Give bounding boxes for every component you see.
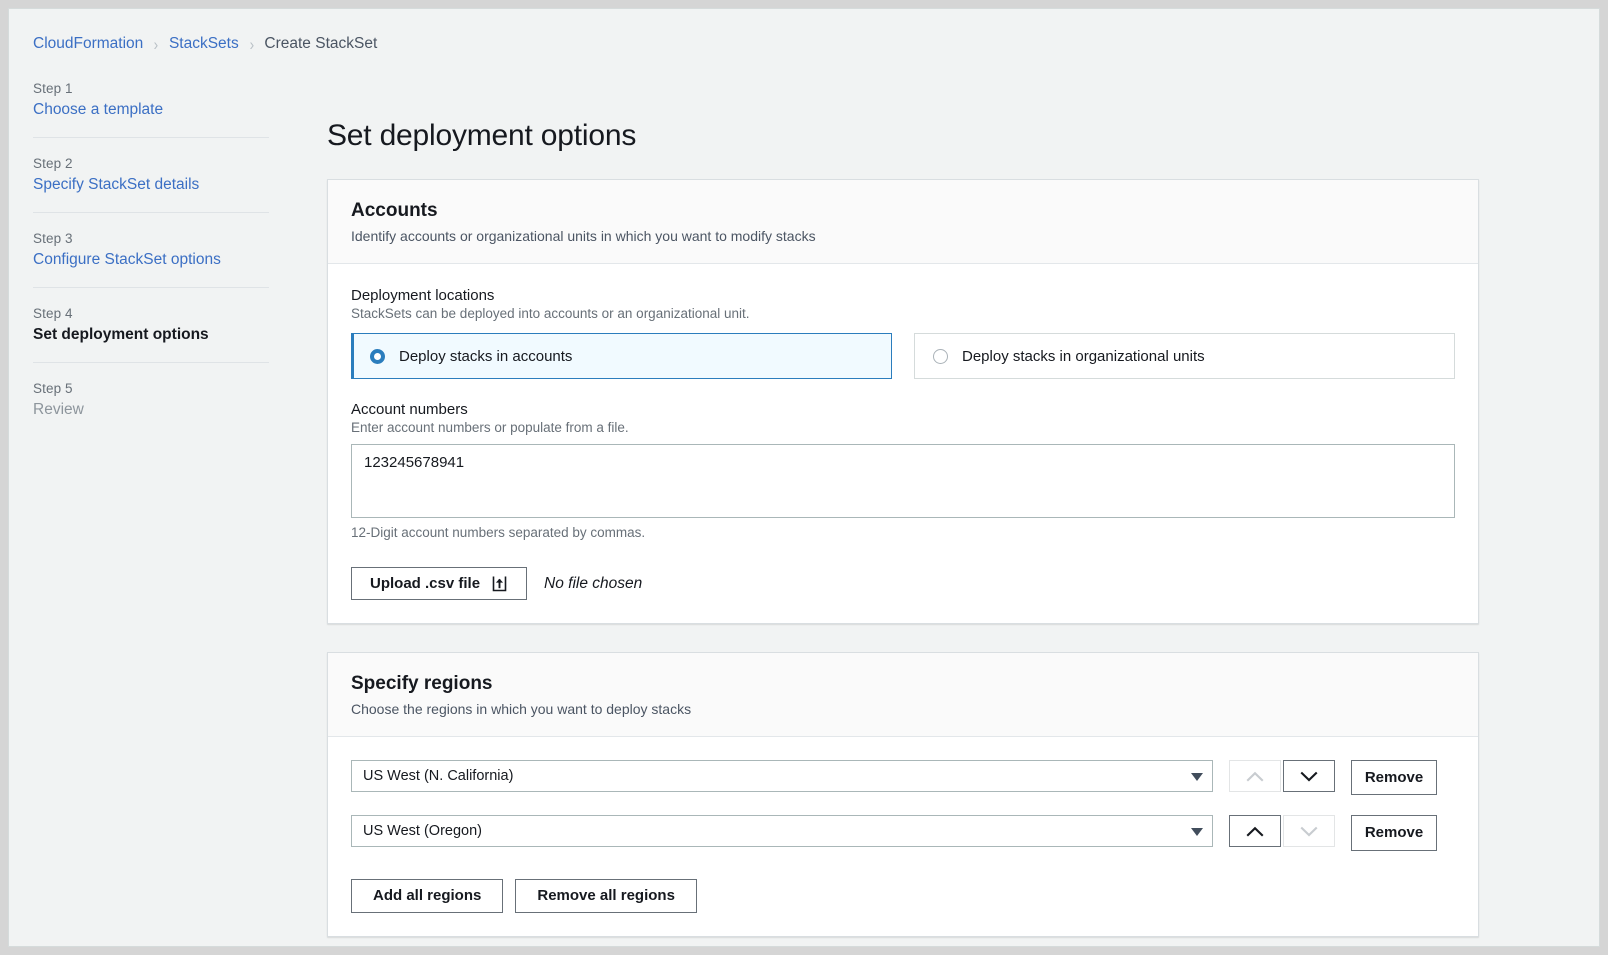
step-title-configure-stackset-options[interactable]: Configure StackSet options (33, 251, 269, 269)
regions-panel-body: US West (N. California) (328, 737, 1478, 936)
deployment-locations-description: StackSets can be deployed into accounts … (351, 306, 1455, 321)
move-region-up-button-2[interactable] (1229, 815, 1281, 847)
upload-icon (491, 575, 508, 592)
file-chosen-status: No file chosen (544, 575, 642, 593)
breadcrumb-separator-icon: › (154, 36, 159, 53)
breadcrumb-separator-icon: › (249, 36, 254, 53)
accounts-panel-subtitle: Identify accounts or organizational unit… (351, 228, 1455, 244)
region-select-value: US West (Oregon) (363, 823, 482, 839)
radio-button-selected-icon (370, 349, 385, 364)
step-number: Step 4 (33, 306, 269, 321)
move-region-down-button-1[interactable] (1283, 760, 1335, 792)
regions-panel-header: Specify regions Choose the regions in wh… (328, 653, 1478, 737)
breadcrumb-item-cloudformation[interactable]: CloudFormation (33, 35, 143, 53)
upload-button-label: Upload .csv file (370, 575, 480, 592)
region-row: US West (Oregon) (351, 815, 1455, 850)
remove-region-button-2[interactable]: Remove (1351, 815, 1437, 850)
region-row: US West (N. California) (351, 760, 1455, 795)
radio-tile-deploy-stacks-in-accounts[interactable]: Deploy stacks in accounts (351, 333, 892, 379)
deployment-locations-radio-group: Deploy stacks in accounts Deploy stacks … (351, 333, 1455, 379)
account-numbers-field: Account numbers Enter account numbers or… (351, 401, 1455, 540)
step-title-set-deployment-options: Set deployment options (33, 326, 269, 344)
accounts-panel-body: Deployment locations StackSets can be de… (328, 264, 1478, 623)
regions-panel-subtitle: Choose the regions in which you want to … (351, 701, 1455, 717)
region-select-value: US West (N. California) (363, 768, 513, 784)
app-page: CloudFormation › StackSets › Create Stac… (8, 8, 1600, 947)
chevron-down-icon (1299, 825, 1319, 838)
region-select-wrapper: US West (N. California) (351, 760, 1213, 792)
chevron-up-icon (1245, 770, 1265, 783)
breadcrumb-item-create-stackset: Create StackSet (264, 35, 377, 53)
sidebar-step-4: Step 4 Set deployment options (33, 287, 269, 362)
sidebar-step-3[interactable]: Step 3 Configure StackSet options (33, 212, 269, 287)
account-numbers-description: Enter account numbers or populate from a… (351, 420, 1455, 435)
upload-row: Upload .csv file No file chosen (351, 567, 1455, 600)
accounts-panel: Accounts Identify accounts or organizati… (327, 179, 1479, 624)
radio-tile-label: Deploy stacks in organizational units (962, 348, 1205, 365)
step-number: Step 5 (33, 381, 269, 396)
radio-button-icon (933, 349, 948, 364)
deployment-locations-label: Deployment locations (351, 287, 1455, 304)
accounts-panel-title: Accounts (351, 200, 1455, 222)
page-body: Step 1 Choose a template Step 2 Specify … (9, 53, 1599, 947)
radio-tile-label: Deploy stacks in accounts (399, 348, 572, 365)
sidebar-step-2[interactable]: Step 2 Specify StackSet details (33, 137, 269, 212)
add-all-regions-button[interactable]: Add all regions (351, 879, 503, 913)
specify-regions-panel: Specify regions Choose the regions in wh… (327, 652, 1479, 937)
sidebar-step-1[interactable]: Step 1 Choose a template (33, 81, 269, 137)
breadcrumb: CloudFormation › StackSets › Create Stac… (9, 9, 1599, 53)
page-title: Set deployment options (327, 119, 1479, 153)
upload-csv-file-button[interactable]: Upload .csv file (351, 567, 527, 600)
region-select-2[interactable]: US West (Oregon) (351, 815, 1213, 847)
account-numbers-label: Account numbers (351, 401, 1455, 418)
chevron-down-icon (1299, 770, 1319, 783)
step-title-choose-a-template[interactable]: Choose a template (33, 101, 269, 119)
remove-region-button-1[interactable]: Remove (1351, 760, 1437, 795)
account-numbers-hint: 12-Digit account numbers separated by co… (351, 525, 1455, 540)
step-number: Step 3 (33, 231, 269, 246)
chevron-up-icon (1245, 825, 1265, 838)
sidebar-step-5: Step 5 Review (33, 362, 269, 437)
radio-tile-deploy-stacks-in-organizational-units[interactable]: Deploy stacks in organizational units (914, 333, 1455, 379)
step-number: Step 2 (33, 156, 269, 171)
move-region-up-button-1[interactable] (1229, 760, 1281, 792)
step-title-specify-stackset-details[interactable]: Specify StackSet details (33, 176, 269, 194)
account-numbers-input[interactable] (351, 444, 1455, 518)
main-content: Set deployment options Accounts Identify… (269, 53, 1599, 947)
regions-panel-title: Specify regions (351, 673, 1455, 695)
wizard-steps-sidebar: Step 1 Choose a template Step 2 Specify … (9, 53, 269, 437)
region-select-wrapper: US West (Oregon) (351, 815, 1213, 847)
breadcrumb-item-stacksets[interactable]: StackSets (169, 35, 239, 53)
accounts-panel-header: Accounts Identify accounts or organizati… (328, 180, 1478, 264)
remove-all-regions-button[interactable]: Remove all regions (515, 879, 697, 913)
region-select-1[interactable]: US West (N. California) (351, 760, 1213, 792)
step-title-review: Review (33, 401, 269, 419)
region-actions: Add all regions Remove all regions (351, 879, 1455, 913)
move-region-down-button-2[interactable] (1283, 815, 1335, 847)
step-number: Step 1 (33, 81, 269, 96)
